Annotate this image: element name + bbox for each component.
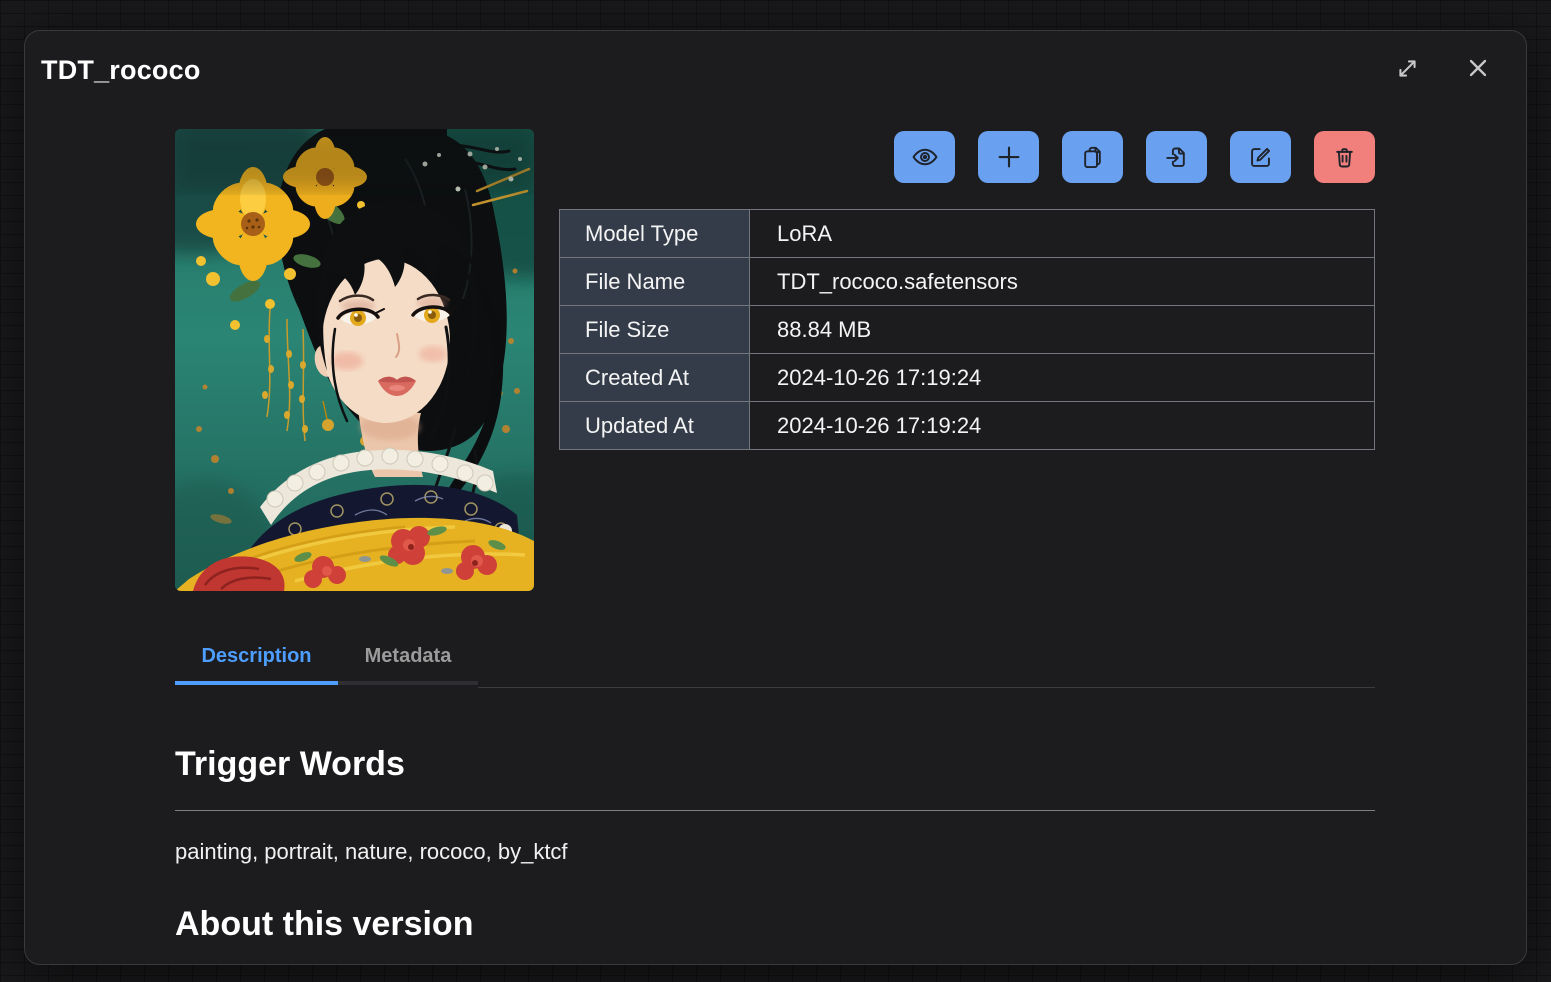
- table-row: File Size 88.84 MB: [560, 306, 1375, 354]
- trash-icon: [1331, 144, 1358, 171]
- tab-description[interactable]: Description: [175, 627, 338, 685]
- preview-button[interactable]: [894, 131, 955, 183]
- expand-icon: [1394, 55, 1421, 82]
- import-button[interactable]: [1146, 131, 1207, 183]
- model-details-table: Model Type LoRA File Name TDT_rococo.saf…: [559, 209, 1375, 450]
- detail-value: 88.84 MB: [750, 306, 1375, 354]
- detail-label: File Name: [560, 258, 750, 306]
- add-button[interactable]: [978, 131, 1039, 183]
- page-title: TDT_rococo: [41, 55, 201, 86]
- tab-divider: [478, 687, 1375, 688]
- table-row: File Name TDT_rococo.safetensors: [560, 258, 1375, 306]
- heading-divider: [175, 810, 1375, 811]
- expand-button[interactable]: [1391, 52, 1423, 84]
- detail-value: LoRA: [750, 210, 1375, 258]
- detail-label: File Size: [560, 306, 750, 354]
- file-import-icon: [1163, 144, 1190, 171]
- duplicate-button[interactable]: [1062, 131, 1123, 183]
- detail-label: Model Type: [560, 210, 750, 258]
- close-button[interactable]: [1462, 52, 1494, 84]
- detail-value: TDT_rococo.safetensors: [750, 258, 1375, 306]
- copy-files-icon: [1079, 144, 1106, 171]
- tab-metadata[interactable]: Metadata: [338, 627, 478, 685]
- edit-button[interactable]: [1230, 131, 1291, 183]
- detail-value: 2024-10-26 17:19:24: [750, 402, 1375, 450]
- detail-value: 2024-10-26 17:19:24: [750, 354, 1375, 402]
- table-row: Created At 2024-10-26 17:19:24: [560, 354, 1375, 402]
- pencil-square-icon: [1247, 144, 1274, 171]
- model-preview-image[interactable]: [175, 129, 534, 591]
- table-row: Updated At 2024-10-26 17:19:24: [560, 402, 1375, 450]
- trigger-words-heading: Trigger Words: [175, 745, 405, 784]
- table-row: Model Type LoRA: [560, 210, 1375, 258]
- detail-label: Created At: [560, 354, 750, 402]
- trigger-words-text: painting, portrait, nature, rococo, by_k…: [175, 839, 568, 865]
- about-version-heading: About this version: [175, 905, 473, 944]
- close-icon: [1464, 54, 1492, 82]
- plus-icon: [994, 142, 1024, 172]
- eye-icon: [911, 143, 939, 171]
- delete-button[interactable]: [1314, 131, 1375, 183]
- action-toolbar: [894, 131, 1375, 183]
- detail-label: Updated At: [560, 402, 750, 450]
- model-details-modal: TDT_rococo: [24, 30, 1527, 965]
